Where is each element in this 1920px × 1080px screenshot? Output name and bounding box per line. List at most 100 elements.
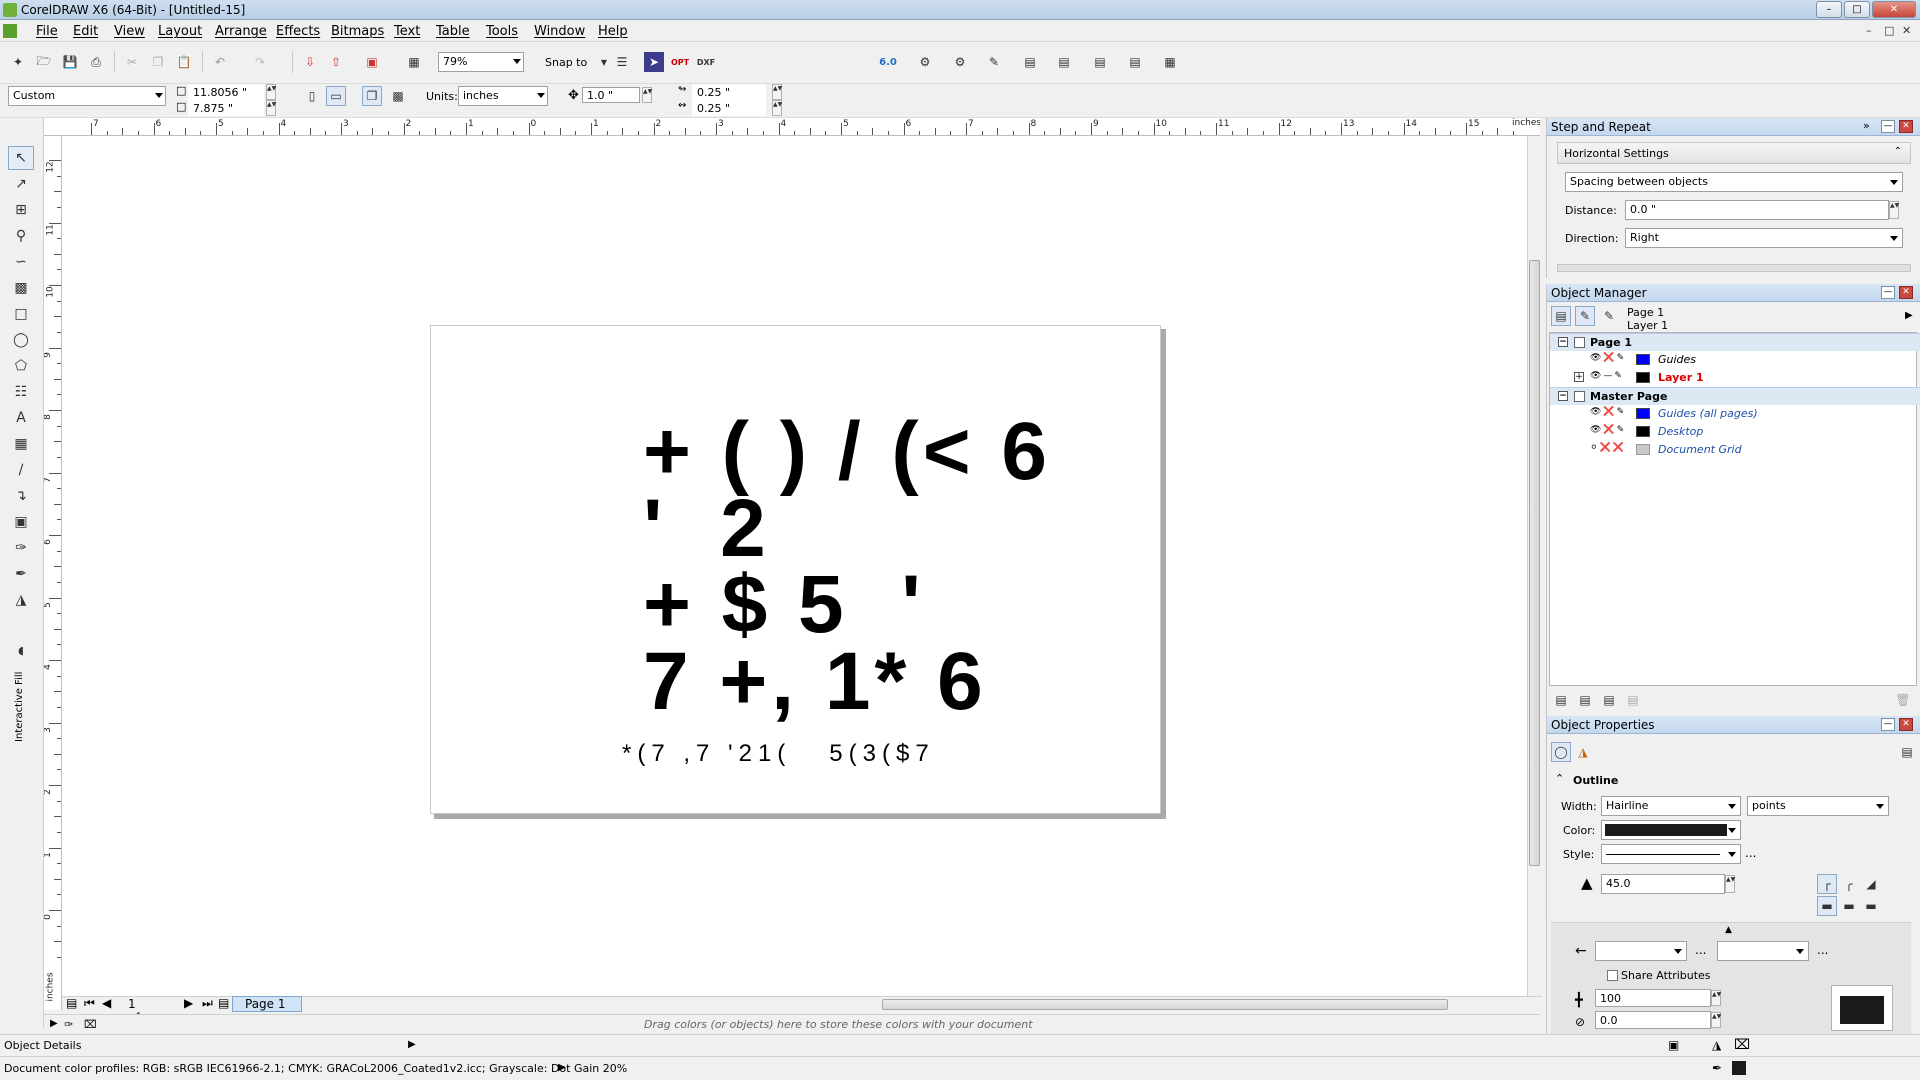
macro-record-icon[interactable]: ▤: [1054, 52, 1074, 72]
portrait-icon[interactable]: ▯: [302, 86, 322, 106]
minimize-docker-button[interactable]: —: [1881, 286, 1895, 299]
nudge-stepper[interactable]: ▲▼: [642, 87, 652, 103]
interactive-fill-tool-icon[interactable]: ◖: [8, 638, 34, 662]
outline-pen-tool-icon[interactable]: ✒: [8, 562, 34, 586]
tree-row-layer-1[interactable]: + 👁—✎ Layer 1: [1550, 369, 1920, 387]
macro-pause-icon[interactable]: ▤: [1125, 52, 1145, 72]
cut-icon[interactable]: ✂: [122, 52, 142, 72]
palette-menu-icon[interactable]: ▶: [50, 1018, 58, 1029]
menu-window[interactable]: Window: [534, 24, 585, 39]
collapse-icon[interactable]: −: [1558, 337, 1568, 347]
minimize-button[interactable]: –: [1816, 1, 1842, 18]
dxf-icon[interactable]: DXF: [696, 52, 716, 72]
page-height-stepper[interactable]: ▲▼: [266, 100, 276, 116]
artistic-text-line-1[interactable]: + ( ) / (< 6: [643, 411, 1051, 493]
vertical-scrollbar[interactable]: [1527, 136, 1541, 996]
menu-edit[interactable]: Edit: [73, 24, 98, 39]
menu-effects[interactable]: Effects: [276, 24, 320, 39]
artistic-text-line-4[interactable]: 7 +, 1* 6: [643, 641, 987, 723]
menu-text[interactable]: Text: [394, 24, 420, 39]
close-docker-button[interactable]: ✕: [1899, 286, 1913, 299]
add-page-after-icon[interactable]: ▤: [218, 996, 229, 1010]
tree-row-master-page[interactable]: − Master Page: [1550, 387, 1920, 405]
nib-preview[interactable]: [1831, 985, 1893, 1031]
first-page-icon[interactable]: ⏮: [84, 996, 95, 1011]
expand-icon[interactable]: ▲: [1725, 925, 1732, 935]
snap-to-button[interactable]: Snap to: [545, 56, 587, 69]
page-tab[interactable]: Page 1: [232, 996, 302, 1012]
menu-file[interactable]: File: [36, 24, 58, 39]
more-options-icon[interactable]: ...: [1817, 943, 1828, 957]
duplicate-y-field[interactable]: 0.25 ": [692, 100, 766, 116]
no-color-icon[interactable]: ⌧: [84, 1018, 97, 1031]
dimension-tool-icon[interactable]: ∕: [8, 458, 34, 482]
new-master-layer-odd-icon[interactable]: ▤: [1599, 690, 1619, 710]
visibility-print-lock-icons[interactable]: 👁❌✎: [1590, 353, 1626, 363]
add-page-icon[interactable]: ▤: [66, 996, 77, 1010]
delete-icon[interactable]: 🗑: [1893, 690, 1913, 710]
pick-tool-icon[interactable]: ↖: [8, 146, 34, 170]
options-icon[interactable]: ☰: [612, 52, 632, 72]
crop-tool-icon[interactable]: ⊞: [8, 198, 34, 222]
minimize-docker-button[interactable]: —: [1881, 718, 1895, 731]
outline-color-picker[interactable]: [1601, 820, 1741, 840]
collapse-icon[interactable]: −: [1558, 391, 1568, 401]
vertical-scroll-thumb[interactable]: [1529, 260, 1540, 866]
horizontal-ruler[interactable]: 7 6 5 4 3 2 1 0 1 2 3 4 5 6 7 8 9 10 11 12 13 14 15 inches: [44, 118, 1540, 136]
chevron-down-icon[interactable]: ▼: [594, 52, 614, 72]
layer-color-swatch[interactable]: [1636, 426, 1650, 437]
close-button[interactable]: ✕: [1872, 1, 1916, 18]
publish-pdf-icon[interactable]: 6.0: [878, 52, 898, 72]
paste-icon[interactable]: 📋: [174, 52, 194, 72]
doc-minimize-button[interactable]: –: [1866, 24, 1872, 37]
undo-icon[interactable]: ↶: [210, 52, 230, 72]
new-master-layer-icon[interactable]: ▤: [1575, 690, 1595, 710]
end-arrowhead-select[interactable]: [1717, 941, 1809, 961]
menu-view[interactable]: View: [114, 24, 145, 39]
basic-shapes-tool-icon[interactable]: ☷: [8, 380, 34, 404]
welcome-screen-icon[interactable]: ▦: [404, 52, 424, 72]
text-tool-icon[interactable]: A: [8, 406, 34, 430]
expand-icon[interactable]: +: [1574, 372, 1584, 382]
outline-pen-icon[interactable]: ◯: [1551, 742, 1571, 762]
menu-layout[interactable]: Layout: [158, 24, 202, 39]
distance-stepper[interactable]: ▲▼: [1889, 201, 1899, 219]
tree-row-guides-all-pages[interactable]: 👁❌✎ Guides (all pages): [1550, 405, 1920, 423]
share-attributes-checkbox[interactable]: [1607, 970, 1618, 981]
new-master-layer-even-icon[interactable]: ▤: [1623, 690, 1643, 710]
visibility-print-lock-icons[interactable]: 👁❌✎: [1590, 425, 1626, 435]
chevron-right-icon[interactable]: »: [1863, 119, 1870, 132]
effects-tool-icon[interactable]: ▣: [8, 510, 34, 534]
expand-icon[interactable]: ▶: [558, 1062, 566, 1073]
nudge-distance-field[interactable]: 1.0 ": [582, 87, 640, 103]
import-icon[interactable]: ⇩: [300, 52, 320, 72]
outline-color-swatch[interactable]: [1732, 1061, 1746, 1075]
export-icon[interactable]: ⇧: [326, 52, 346, 72]
page-width-stepper[interactable]: ▲▼: [266, 84, 276, 100]
document-palette[interactable]: ▶ ✑ ⌧ Drag colors (or objects) here to s…: [44, 1014, 1540, 1034]
document-icon[interactable]: [3, 24, 17, 38]
tree-row-desktop[interactable]: 👁❌✎ Desktop: [1550, 423, 1920, 441]
duplicate-x-stepper[interactable]: ▲▼: [772, 84, 782, 100]
save-icon[interactable]: 💾: [60, 52, 80, 72]
close-docker-button[interactable]: ✕: [1899, 718, 1913, 731]
page-width-field[interactable]: 11.8056 ": [188, 84, 264, 100]
duplicate-y-stepper[interactable]: ▲▼: [772, 100, 782, 116]
opt-icon[interactable]: OPT: [670, 52, 690, 72]
outline-units-select[interactable]: points: [1747, 796, 1889, 816]
menu-tools[interactable]: Tools: [486, 24, 518, 39]
close-docker-button[interactable]: ✕: [1899, 120, 1913, 133]
fill-bucket-icon[interactable]: ◮: [1712, 1038, 1721, 1052]
stretch-stepper[interactable]: ▲▼: [1711, 990, 1721, 1006]
docker-options-icon[interactable]: ▤: [1897, 742, 1917, 762]
macro-run-icon[interactable]: ⚙: [950, 52, 970, 72]
no-fill-icon[interactable]: ⌧: [1734, 1037, 1750, 1053]
flyout-arrow-icon[interactable]: ▶: [1905, 310, 1913, 321]
current-page-icon[interactable]: ▩: [388, 86, 408, 106]
outline-width-select[interactable]: Hairline: [1601, 796, 1741, 816]
direction-select[interactable]: Right: [1625, 228, 1903, 248]
copy-icon[interactable]: ❐: [148, 52, 168, 72]
square-cap-icon[interactable]: ▬: [1861, 896, 1881, 916]
eyedropper-icon[interactable]: ✑: [64, 1018, 73, 1031]
show-properties-icon[interactable]: ▤: [1551, 306, 1571, 326]
